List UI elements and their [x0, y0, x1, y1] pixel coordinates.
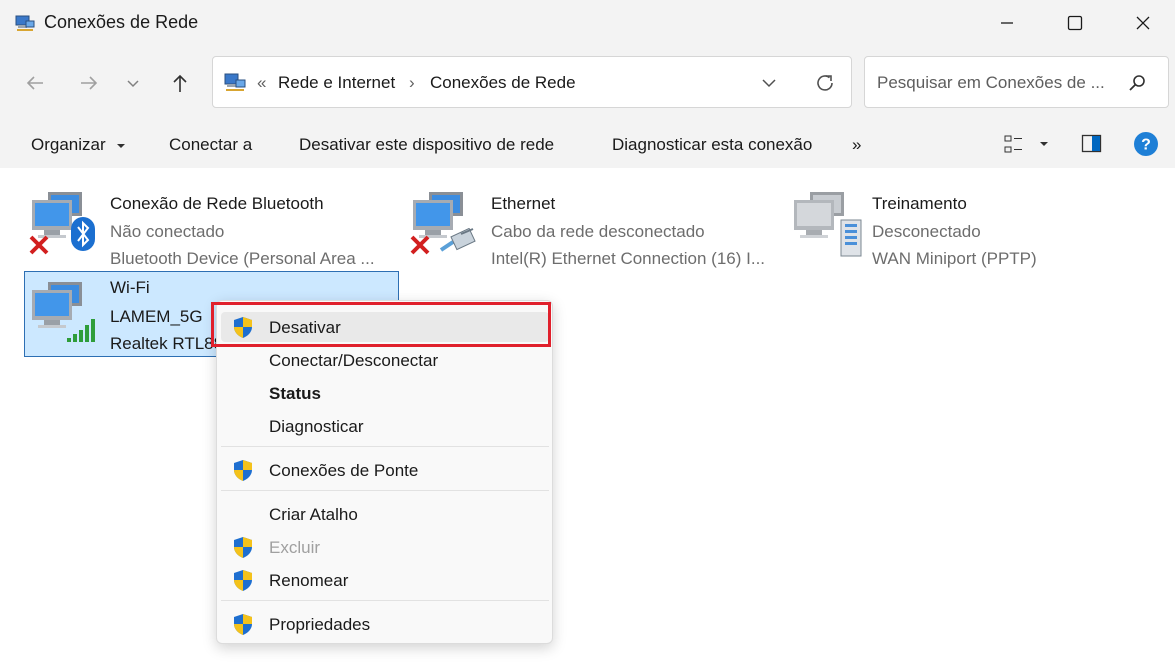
help-icon: ? [1134, 132, 1158, 156]
arrow-right-icon [81, 76, 98, 90]
breadcrumb-separator[interactable]: › [409, 73, 415, 93]
diagnose-button[interactable]: Diagnosticar esta conexão [612, 135, 812, 155]
uac-shield-icon [231, 535, 255, 564]
connection-status: Desconectado [872, 222, 981, 241]
connection-item-treinamento[interactable]: Treinamento Desconectado WAN Miniport (P… [786, 178, 1166, 268]
address-dropdown-icon[interactable] [759, 73, 779, 98]
network-folder-icon [223, 71, 247, 100]
server-icon [838, 218, 864, 263]
breadcrumb-item[interactable]: Rede e Internet [278, 73, 395, 93]
minimize-icon [1001, 22, 1013, 24]
menu-item-diagnosticar[interactable]: Diagnosticar [221, 411, 549, 441]
arrow-up-icon [173, 74, 187, 92]
organize-label: Organizar [31, 135, 106, 154]
menu-item-criar-atalho[interactable]: Criar Atalho [221, 499, 549, 529]
bluetooth-icon [70, 216, 96, 257]
up-button[interactable] [165, 68, 195, 98]
connection-device: Realtek RTL88 [110, 334, 224, 353]
network-connections-icon [14, 12, 36, 39]
breadcrumb-item[interactable]: Conexões de Rede [430, 73, 576, 93]
minimize-button[interactable] [978, 0, 1036, 46]
error-x-icon [409, 234, 431, 261]
annotation-highlight-box [211, 302, 551, 347]
connection-status: Não conectado [110, 222, 225, 241]
more-commands-button[interactable]: » [852, 135, 861, 155]
connection-name: Ethernet [491, 194, 556, 213]
organize-menu[interactable]: Organizar [31, 135, 126, 155]
connections-list: Conexão de Rede Bluetooth Não conectado … [0, 168, 1175, 670]
connection-status: LAMEM_5G [110, 307, 203, 326]
close-button[interactable] [1114, 0, 1172, 46]
preview-pane-button[interactable] [1081, 133, 1103, 160]
disable-device-button[interactable]: Desativar este dispositivo de rede [299, 135, 554, 155]
menu-item-label: Conectar/Desconectar [269, 351, 439, 370]
preview-pane-icon [1081, 134, 1102, 153]
uac-shield-icon [231, 458, 255, 487]
connect-to-button[interactable]: Conectar a [169, 135, 252, 155]
connection-name: Treinamento [872, 194, 967, 213]
wifi-signal-icon [65, 316, 101, 349]
command-bar: Organizar Conectar a Desativar este disp… [0, 122, 1175, 169]
connection-status: Cabo da rede desconectado [491, 222, 705, 241]
search-icon[interactable] [1127, 73, 1147, 98]
menu-item-label: Renomear [269, 571, 349, 590]
menu-item-excluir: Excluir [221, 532, 549, 562]
menu-item-renomear[interactable]: Renomear [221, 565, 549, 595]
arrow-left-icon [26, 76, 43, 90]
menu-separator [221, 490, 549, 491]
title-bar: Conexões de Rede [0, 0, 1175, 46]
refresh-icon[interactable] [813, 71, 837, 100]
uac-shield-icon [231, 612, 255, 641]
menu-item-label: Status [269, 384, 321, 403]
back-button[interactable] [20, 68, 50, 98]
connection-item-ethernet[interactable]: Ethernet Cabo da rede desconectado Intel… [405, 178, 785, 268]
forward-button[interactable] [74, 68, 104, 98]
close-icon [1136, 16, 1150, 30]
menu-item-conectar[interactable]: Conectar/Desconectar [221, 345, 549, 375]
ethernet-cable-icon [439, 227, 479, 259]
connection-device: WAN Miniport (PPTP) [872, 249, 1037, 268]
menu-separator [221, 600, 549, 601]
connection-name: Conexão de Rede Bluetooth [110, 194, 324, 213]
menu-item-label: Propriedades [269, 615, 371, 634]
details-view-icon [1004, 135, 1048, 153]
window-title: Conexões de Rede [44, 12, 199, 32]
maximize-button[interactable] [1046, 0, 1104, 46]
error-x-icon [28, 234, 50, 261]
caret-down-icon [117, 143, 126, 148]
recent-locations-button[interactable] [118, 68, 148, 98]
menu-item-label: Criar Atalho [269, 505, 358, 524]
connection-device: Intel(R) Ethernet Connection (16) I... [491, 249, 766, 268]
menu-separator [221, 446, 549, 447]
explorer-window: Conexões de Rede « Rede e Internet › Con… [0, 0, 1175, 670]
connection-device: Bluetooth Device (Personal Area ... [110, 249, 375, 268]
address-bar[interactable]: « Rede e Internet › Conexões de Rede [212, 56, 852, 108]
view-options-button[interactable] [1004, 134, 1056, 161]
search-box[interactable]: Pesquisar em Conexões de ... [864, 56, 1169, 108]
search-input[interactable]: Pesquisar em Conexões de ... [877, 73, 1105, 93]
uac-shield-icon [231, 568, 255, 597]
menu-item-conexoes-de-ponte[interactable]: Conexões de Ponte [221, 455, 549, 485]
context-menu: Desativar Conectar/Desconectar Status Di… [216, 300, 553, 644]
chevron-down-icon [127, 80, 139, 88]
maximize-icon [1067, 15, 1083, 31]
menu-item-propriedades[interactable]: Propriedades [221, 609, 549, 639]
menu-item-status[interactable]: Status [221, 378, 549, 408]
connection-name: Wi-Fi [110, 278, 150, 297]
menu-item-label: Conexões de Ponte [269, 461, 419, 480]
svg-text:?: ? [1141, 137, 1151, 154]
breadcrumb-overflow[interactable]: « [257, 73, 266, 93]
menu-item-label: Diagnosticar [269, 417, 364, 436]
connection-item-bluetooth[interactable]: Conexão de Rede Bluetooth Não conectado … [24, 178, 404, 268]
menu-item-label: Excluir [269, 538, 321, 557]
help-button[interactable]: ? [1133, 131, 1159, 162]
